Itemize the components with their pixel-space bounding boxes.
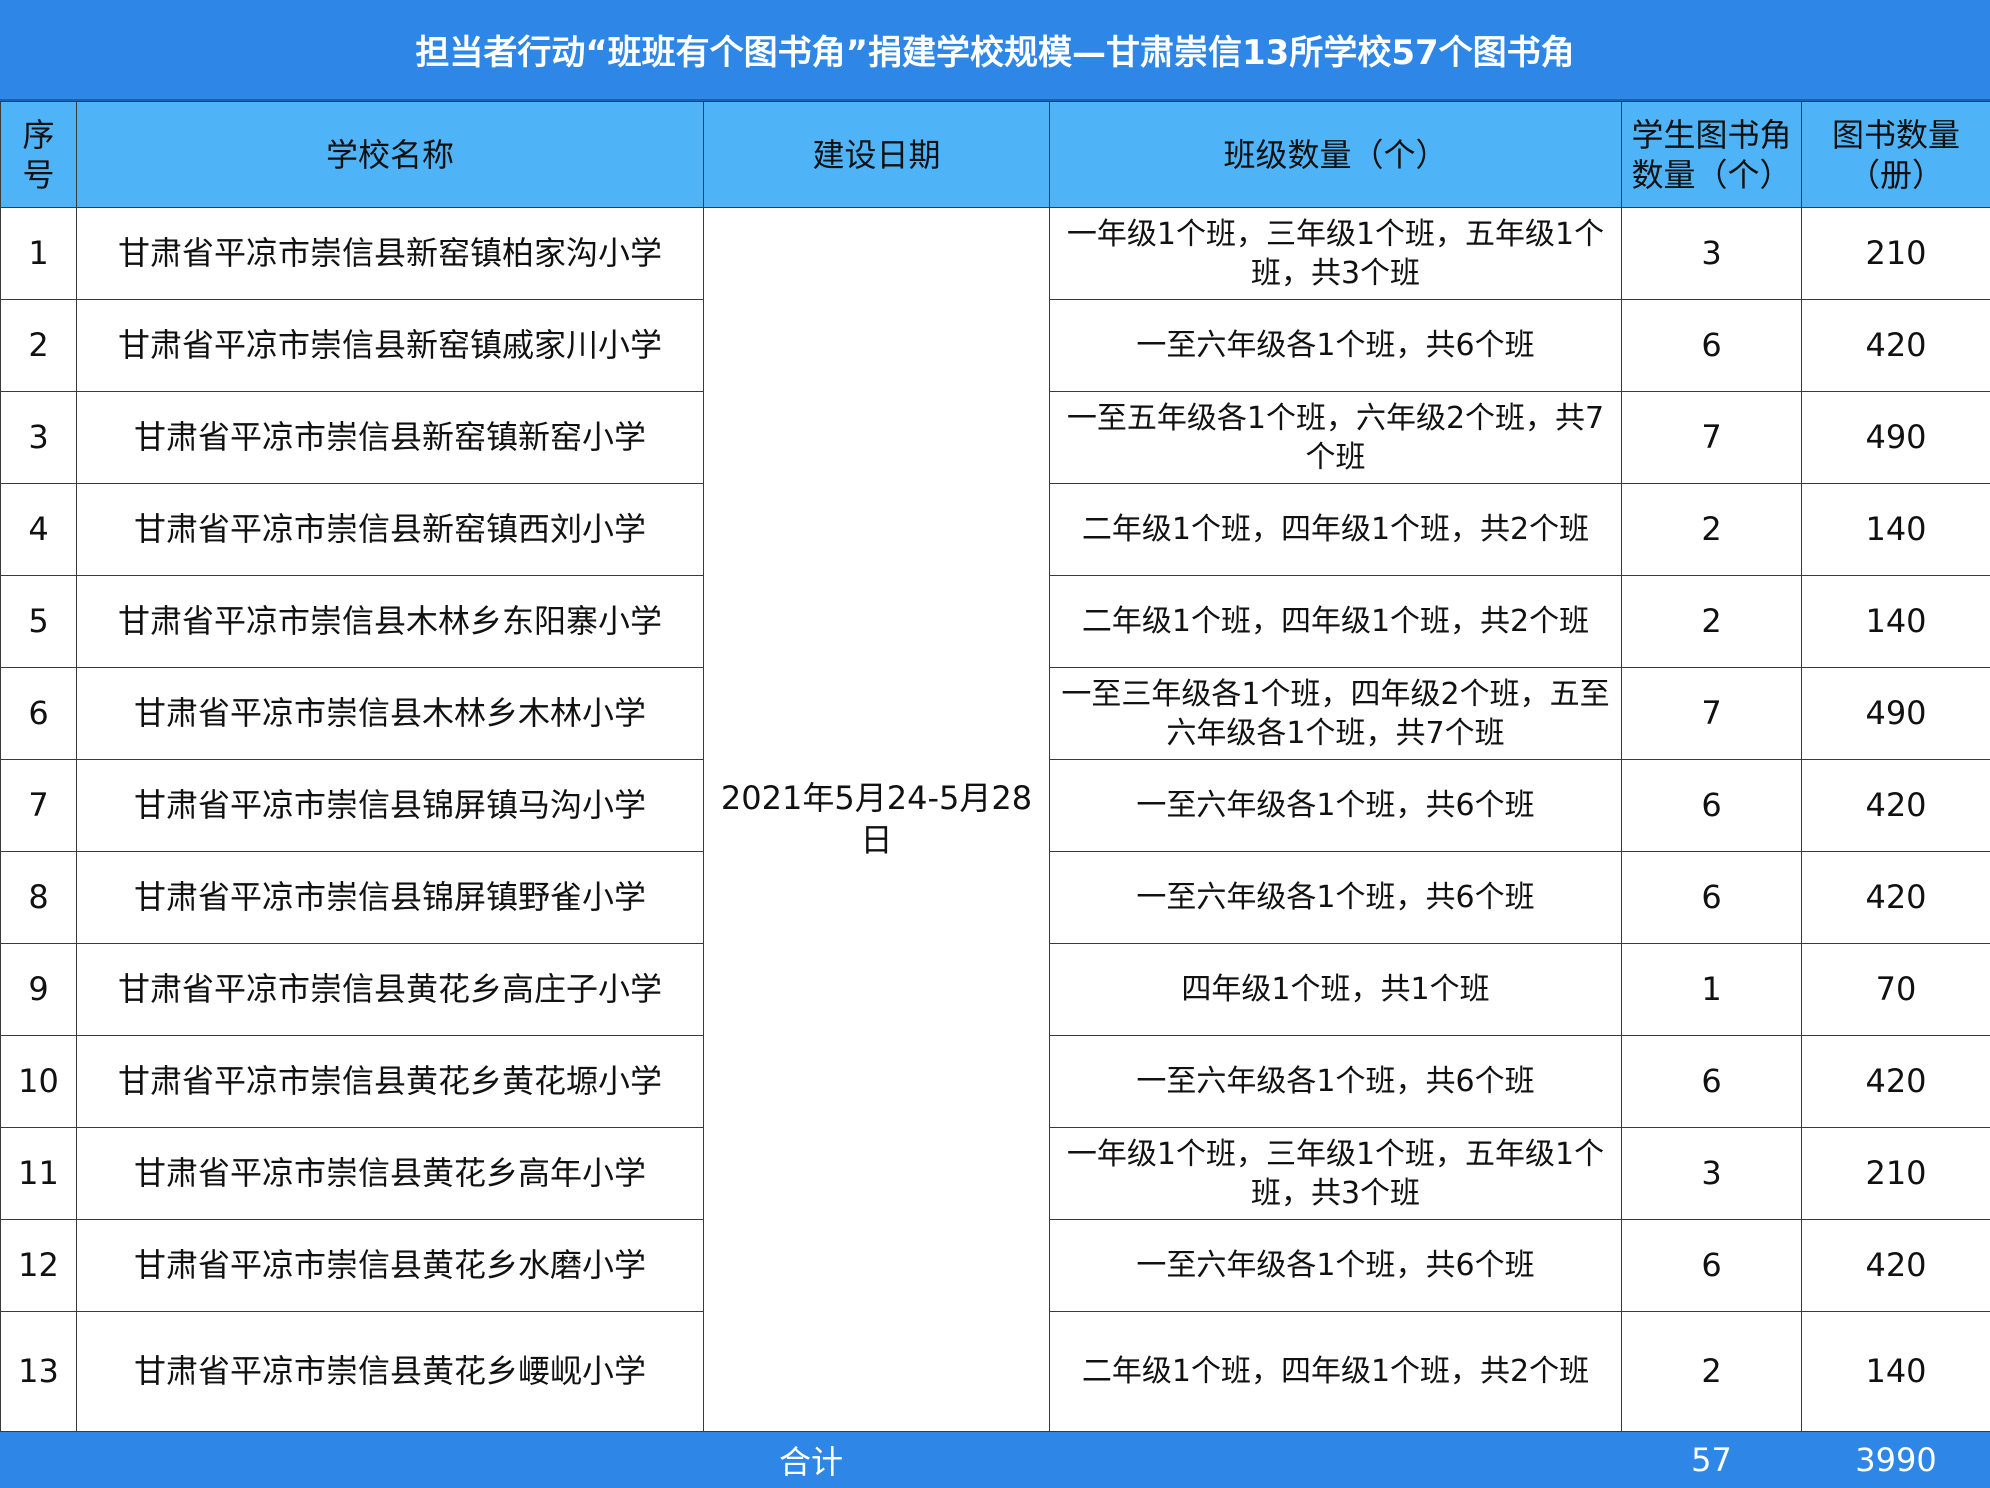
row-books: 210 bbox=[1801, 1127, 1990, 1220]
row-classes: 四年级1个班，共1个班 bbox=[1049, 943, 1622, 1036]
row-classes: 二年级1个班，四年级1个班，共2个班 bbox=[1049, 575, 1622, 668]
table-row: 1 甘肃省平凉市崇信县新窑镇柏家沟小学 2021年5月24-5月28日 一年级1… bbox=[0, 207, 1990, 1432]
row-books: 140 bbox=[1801, 575, 1990, 668]
row-classes: 一至六年级各1个班，共6个班 bbox=[1049, 1219, 1622, 1312]
header-books: 图书数量（册） bbox=[1801, 101, 1990, 208]
row-no: 11 bbox=[0, 1127, 77, 1220]
row-corners: 3 bbox=[1621, 1127, 1802, 1220]
row-no: 4 bbox=[0, 483, 77, 576]
row-school: 甘肃省平凉市崇信县黄花乡高庄子小学 bbox=[76, 943, 704, 1036]
row-classes: 一至六年级各1个班，共6个班 bbox=[1049, 299, 1622, 392]
row-books: 490 bbox=[1801, 667, 1990, 760]
row-no: 1 bbox=[0, 207, 77, 300]
row-corners: 7 bbox=[1621, 391, 1802, 484]
total-label: 合计 bbox=[0, 1431, 1622, 1488]
row-classes: 二年级1个班，四年级1个班，共2个班 bbox=[1049, 1311, 1622, 1432]
header-corners: 学生图书角数量（个） bbox=[1621, 101, 1802, 208]
row-corners: 6 bbox=[1621, 759, 1802, 852]
row-corners: 6 bbox=[1621, 1219, 1802, 1312]
row-school: 甘肃省平凉市崇信县新窑镇戚家川小学 bbox=[76, 299, 704, 392]
row-no: 12 bbox=[0, 1219, 77, 1312]
row-books: 140 bbox=[1801, 1311, 1990, 1432]
row-corners: 1 bbox=[1621, 943, 1802, 1036]
row-no: 8 bbox=[0, 851, 77, 944]
row-school: 甘肃省平凉市崇信县黄花乡黄花塬小学 bbox=[76, 1035, 704, 1128]
row-corners: 6 bbox=[1621, 299, 1802, 392]
row-corners: 3 bbox=[1621, 207, 1802, 300]
row-no: 6 bbox=[0, 667, 77, 760]
row-school: 甘肃省平凉市崇信县黄花乡崾岘小学 bbox=[76, 1311, 704, 1432]
row-books: 420 bbox=[1801, 759, 1990, 852]
build-date: 2021年5月24-5月28日 bbox=[703, 207, 1050, 1432]
row-no: 13 bbox=[0, 1311, 77, 1432]
row-books: 420 bbox=[1801, 1219, 1990, 1312]
row-no: 9 bbox=[0, 943, 77, 1036]
row-books: 490 bbox=[1801, 391, 1990, 484]
row-school: 甘肃省平凉市崇信县木林乡东阳寨小学 bbox=[76, 575, 704, 668]
school-table: 序号 学校名称 建设日期 班级数量（个） 学生图书角数量（个） 图书数量（册） … bbox=[0, 101, 1990, 1488]
total-books: 3990 bbox=[1801, 1431, 1990, 1488]
row-no: 5 bbox=[0, 575, 77, 668]
row-classes: 一至五年级各1个班，六年级2个班，共7个班 bbox=[1049, 391, 1622, 484]
row-classes: 一至六年级各1个班，共6个班 bbox=[1049, 759, 1622, 852]
row-no: 10 bbox=[0, 1035, 77, 1128]
row-corners: 2 bbox=[1621, 483, 1802, 576]
row-school: 甘肃省平凉市崇信县黄花乡高年小学 bbox=[76, 1127, 704, 1220]
row-classes: 一年级1个班，三年级1个班，五年级1个班，共3个班 bbox=[1049, 1127, 1622, 1220]
row-books: 420 bbox=[1801, 1035, 1990, 1128]
row-corners: 6 bbox=[1621, 1035, 1802, 1128]
header-no: 序号 bbox=[0, 101, 77, 208]
row-classes: 一至六年级各1个班，共6个班 bbox=[1049, 851, 1622, 944]
row-school: 甘肃省平凉市崇信县新窑镇西刘小学 bbox=[76, 483, 704, 576]
header-row: 序号 学校名称 建设日期 班级数量（个） 学生图书角数量（个） 图书数量（册） bbox=[0, 101, 1990, 208]
row-school: 甘肃省平凉市崇信县木林乡木林小学 bbox=[76, 667, 704, 760]
row-books: 420 bbox=[1801, 851, 1990, 944]
row-classes: 二年级1个班，四年级1个班，共2个班 bbox=[1049, 483, 1622, 576]
row-no: 2 bbox=[0, 299, 77, 392]
row-corners: 6 bbox=[1621, 851, 1802, 944]
row-corners: 7 bbox=[1621, 667, 1802, 760]
row-no: 3 bbox=[0, 391, 77, 484]
row-books: 210 bbox=[1801, 207, 1990, 300]
row-books: 420 bbox=[1801, 299, 1990, 392]
row-school: 甘肃省平凉市崇信县新窑镇新窑小学 bbox=[76, 391, 704, 484]
row-books: 70 bbox=[1801, 943, 1990, 1036]
header-date: 建设日期 bbox=[703, 101, 1050, 208]
row-corners: 2 bbox=[1621, 1311, 1802, 1432]
row-classes: 一年级1个班，三年级1个班，五年级1个班，共3个班 bbox=[1049, 207, 1622, 300]
row-school: 甘肃省平凉市崇信县新窑镇柏家沟小学 bbox=[76, 207, 704, 300]
total-corners: 57 bbox=[1621, 1431, 1802, 1488]
header-school: 学校名称 bbox=[76, 101, 704, 208]
total-row: 合计 57 3990 bbox=[0, 1431, 1990, 1488]
row-no: 7 bbox=[0, 759, 77, 852]
table-title: 担当者行动“班班有个图书角”捐建学校规模—甘肃崇信13所学校57个图书角 bbox=[0, 0, 1990, 101]
row-classes: 一至三年级各1个班，四年级2个班，五至六年级各1个班，共7个班 bbox=[1049, 667, 1622, 760]
row-books: 140 bbox=[1801, 483, 1990, 576]
spreadsheet: 担当者行动“班班有个图书角”捐建学校规模—甘肃崇信13所学校57个图书角 序号 … bbox=[0, 0, 1990, 1488]
row-school: 甘肃省平凉市崇信县锦屏镇野雀小学 bbox=[76, 851, 704, 944]
header-classes: 班级数量（个） bbox=[1049, 101, 1622, 208]
row-classes: 一至六年级各1个班，共6个班 bbox=[1049, 1035, 1622, 1128]
row-school: 甘肃省平凉市崇信县黄花乡水磨小学 bbox=[76, 1219, 704, 1312]
row-corners: 2 bbox=[1621, 575, 1802, 668]
row-school: 甘肃省平凉市崇信县锦屏镇马沟小学 bbox=[76, 759, 704, 852]
